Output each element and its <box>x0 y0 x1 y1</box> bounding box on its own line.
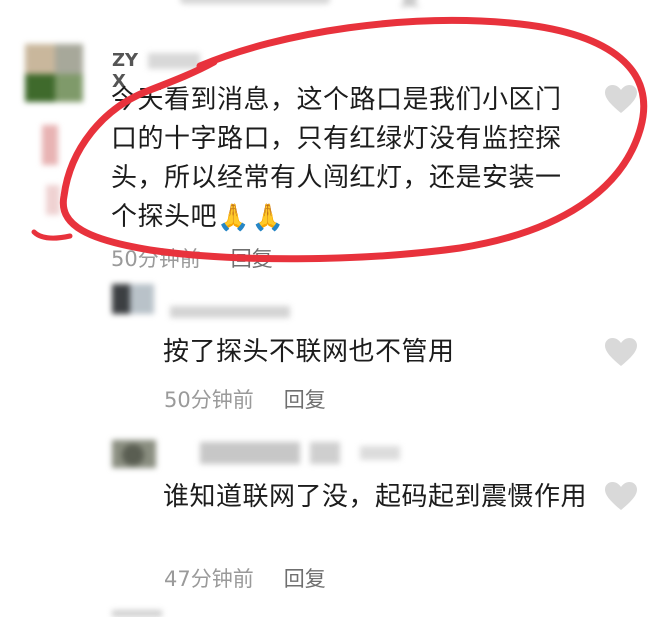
comment-text: 今天看到消息，这个路口是我们小区门口的十字路口，只有红绿灯没有监控探头，所以经常… <box>111 85 562 233</box>
reply-text: 谁知道联网了没，起码起到震慑作用 <box>163 482 588 512</box>
reply-button[interactable]: 回复 <box>284 384 326 414</box>
heart-icon[interactable] <box>604 84 638 114</box>
avatar[interactable] <box>112 440 156 468</box>
heart-icon[interactable] <box>604 337 638 367</box>
avatar-side-mosaic <box>42 115 72 235</box>
reply-username-mosaic <box>170 306 290 318</box>
reply-button[interactable]: 回复 <box>231 243 273 273</box>
heart-icon[interactable] <box>604 481 638 511</box>
reply-button[interactable]: 回复 <box>284 563 326 593</box>
next-comment-partial <box>112 610 162 617</box>
reply-text: 按了探头不联网也不管用 <box>163 337 455 367</box>
comment-meta: 50分钟前 回复 <box>111 243 273 273</box>
avatar[interactable] <box>112 284 154 314</box>
reply-time: 50分钟前 <box>164 388 254 412</box>
reply-time: 47分钟前 <box>164 567 254 591</box>
pray-emoji: 🙏 <box>251 202 285 233</box>
pray-emoji: 🙏 <box>217 202 250 233</box>
username-mosaic <box>147 53 200 69</box>
previous-reply-label: 复 <box>400 0 420 11</box>
comment-time: 50分钟前 <box>111 247 201 271</box>
reply-meta: 47分钟前 回复 <box>164 563 326 593</box>
reply-username-mosaic <box>170 440 410 466</box>
previous-comment-meta: 复 <box>180 0 440 11</box>
username[interactable]: ZY X <box>112 50 222 92</box>
reply-meta: 50分钟前 回复 <box>164 384 326 414</box>
avatar[interactable] <box>25 44 83 102</box>
